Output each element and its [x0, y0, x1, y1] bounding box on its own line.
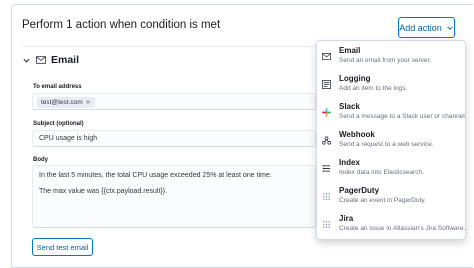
menu-item-desc: Send an email from your server.	[339, 57, 432, 64]
chevron-down-icon	[23, 58, 30, 63]
subject-value: CPU usage is high	[39, 135, 97, 142]
menu-item-desc: Create an event in PagerDuty.	[339, 197, 426, 204]
menu-item-webhook[interactable]: Webhook Send a request to a web service.	[317, 127, 467, 155]
email-section-toggle[interactable]: Email	[22, 54, 79, 66]
menu-item-title: Logging	[339, 74, 371, 83]
menu-item-title: Webhook	[339, 130, 375, 139]
menu-item-title: Slack	[339, 102, 360, 111]
email-chip: test@test.com ✕	[37, 97, 95, 108]
to-email-field[interactable]: test@test.com ✕	[32, 93, 316, 110]
menu-item-pagerduty[interactable]: PagerDuty Create an event in PagerDuty.	[317, 183, 467, 211]
menu-item-slack[interactable]: Slack Send a message to a Slack user or …	[317, 99, 467, 127]
email-section-title: Email	[51, 54, 80, 66]
page-title: Perform 1 action when condition is met	[22, 19, 221, 31]
body-textarea[interactable]: In the last 5 minutes, the total CPU usa…	[32, 165, 316, 228]
menu-item-logging[interactable]: Logging Add an item to the logs.	[317, 71, 467, 99]
menu-item-email[interactable]: Email Send an email from your server.	[317, 43, 467, 71]
menu-item-jira[interactable]: Jira Create an issue in Atlassian's Jira…	[317, 211, 467, 239]
add-action-label: Add action	[399, 22, 442, 33]
menu-item-desc: Send a request to a web service.	[339, 141, 434, 148]
email-chip-label: test@test.com	[41, 99, 83, 106]
to-label: To email address	[33, 84, 82, 90]
menu-item-desc: Add an item to the logs.	[339, 85, 408, 92]
remove-chip-icon[interactable]: ✕	[86, 99, 91, 106]
jira-icon	[322, 220, 331, 229]
action-type-menu: Email Send an email from your server. Lo…	[316, 40, 467, 240]
menu-item-title: Jira	[339, 214, 354, 223]
chevron-down-icon	[447, 25, 453, 30]
webhook-icon	[322, 136, 331, 145]
menu-item-index[interactable]: Index Index data into Elasticsearch.	[317, 155, 467, 183]
send-test-email-button[interactable]: Send test email	[32, 238, 93, 256]
add-action-button[interactable]: Add action	[398, 17, 455, 38]
menu-item-title: Index	[339, 158, 360, 167]
header-divider	[22, 46, 316, 47]
subject-label: Subject (optional)	[33, 121, 84, 127]
index-icon	[322, 165, 331, 172]
slack-icon	[322, 108, 331, 117]
menu-item-title: PagerDuty	[339, 186, 380, 195]
body-line-2: The max value was {{ctx.payload.result}}…	[39, 188, 168, 195]
menu-item-desc: Create an issue in Atlassian's Jira Soft…	[339, 225, 466, 232]
envelope-icon	[322, 53, 331, 60]
menu-item-title: Email	[339, 46, 361, 55]
envelope-icon	[36, 56, 46, 64]
body-line-1: In the last 5 minutes, the total CPU usa…	[39, 172, 272, 179]
pagerduty-icon	[322, 192, 331, 201]
logging-icon	[322, 80, 331, 89]
menu-item-desc: Index data into Elasticsearch.	[339, 169, 424, 176]
menu-item-desc: Send a message to a Slack user or channe…	[339, 113, 467, 120]
subject-field[interactable]: CPU usage is high	[32, 130, 316, 147]
body-label: Body	[33, 157, 48, 163]
